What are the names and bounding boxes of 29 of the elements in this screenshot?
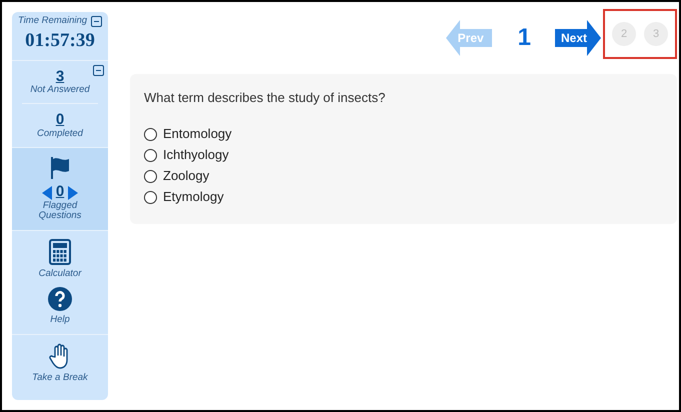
tool-label: Calculator xyxy=(38,268,82,280)
option-label[interactable]: Zoology xyxy=(163,166,210,186)
tool-label: Help xyxy=(50,315,70,326)
option-label[interactable]: Entomology xyxy=(163,124,232,144)
calculator-icon[interactable] xyxy=(49,238,71,265)
right-arrow-icon[interactable] xyxy=(68,186,78,200)
help-icon[interactable] xyxy=(48,287,72,312)
left-arrow-icon[interactable] xyxy=(42,186,52,200)
collapse-icon[interactable] xyxy=(93,64,104,76)
count-label: Not Answered xyxy=(30,85,90,96)
radio-button[interactable] xyxy=(144,190,157,204)
radio-button[interactable] xyxy=(144,148,157,162)
count-link[interactable]: 3 xyxy=(56,68,64,85)
count-label: Completed xyxy=(37,128,83,140)
question-number: 1 xyxy=(518,23,531,53)
collapse-icon[interactable] xyxy=(91,16,102,27)
option-label[interactable]: Etymology xyxy=(163,187,224,207)
flag-icon[interactable] xyxy=(48,156,72,180)
timer-label: Time Remaining xyxy=(18,16,88,27)
flagged-count-link[interactable]: 0 xyxy=(56,184,64,201)
radio-button[interactable] xyxy=(144,170,157,182)
question-text: What term describes the study of insects? xyxy=(144,89,386,107)
option-label[interactable]: Ichthyology xyxy=(163,145,229,165)
radio-button[interactable] xyxy=(144,128,157,140)
timer-value: 01:57:39 xyxy=(25,29,95,53)
next-button[interactable]: Next xyxy=(555,20,601,56)
flagged-label: Flagged Questions xyxy=(38,200,82,222)
tool-label: Take a Break xyxy=(32,372,88,384)
count-link[interactable]: 0 xyxy=(56,112,64,129)
